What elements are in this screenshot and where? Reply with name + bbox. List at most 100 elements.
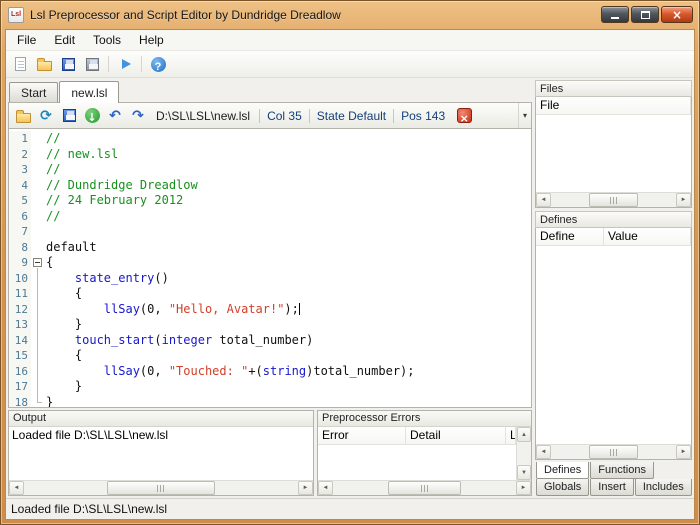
- code-line: 12 llSay(0, "Hello, Avatar!");: [9, 301, 531, 317]
- tab-new-lsl[interactable]: new.lsl: [59, 81, 120, 103]
- menu-file[interactable]: File: [8, 30, 45, 50]
- side-tab-includes[interactable]: Includes: [634, 479, 692, 496]
- scroll-left-arrow-icon[interactable]: [536, 193, 551, 207]
- files-list[interactable]: [536, 115, 691, 192]
- undo-icon: [109, 107, 121, 125]
- help-button[interactable]: [147, 53, 169, 75]
- fetch-script-button[interactable]: [81, 105, 103, 127]
- output-hscrollbar[interactable]: [9, 480, 313, 495]
- run-button[interactable]: [114, 53, 136, 75]
- position-indicator: Pos 143: [401, 108, 446, 123]
- side-panel: Files File Defines DefineValue: [535, 80, 692, 496]
- scroll-thumb[interactable]: [588, 193, 639, 207]
- save-button[interactable]: [57, 53, 79, 75]
- new-file-button[interactable]: [9, 53, 31, 75]
- toolbar-separator-2: [141, 56, 142, 72]
- menu-help[interactable]: Help: [130, 30, 173, 50]
- code-editor[interactable]: 1//2// new.lsl 3//4// Dundridge Dreadlow 5…: [8, 129, 532, 408]
- scroll-thumb[interactable]: [388, 481, 461, 495]
- scroll-thumb[interactable]: [588, 445, 639, 459]
- scroll-thumb[interactable]: [106, 481, 216, 495]
- horizontal-scrollbar: [9, 480, 313, 495]
- files-hscrollbar[interactable]: [536, 192, 691, 207]
- editor-toolbar: D:\SL\LSL\new.lsl Col 35 State Default Pos…: [8, 102, 532, 129]
- maximize-button[interactable]: [631, 6, 659, 23]
- defines-hscrollbar[interactable]: [536, 444, 691, 459]
- open-script-button[interactable]: [12, 105, 34, 127]
- fold-margin: [31, 301, 44, 317]
- code-line: 11 {: [9, 286, 531, 302]
- close-button[interactable]: [661, 6, 693, 23]
- column-header-detail[interactable]: Detail: [406, 427, 506, 444]
- column-header-define[interactable]: Define: [536, 228, 604, 245]
- code-line: 13 }: [9, 317, 531, 333]
- save-script-button[interactable]: [58, 105, 80, 127]
- scroll-grip-icon: [157, 484, 165, 492]
- column-header-file[interactable]: File: [536, 97, 691, 114]
- scroll-left-arrow-icon[interactable]: [536, 445, 551, 459]
- undo-button[interactable]: [104, 105, 126, 127]
- line-number: 13: [9, 317, 31, 333]
- scroll-up-arrow-icon[interactable]: [517, 427, 531, 442]
- code-line: 14 touch_start(integer total_number): [9, 332, 531, 348]
- column-header-li[interactable]: Li: [506, 427, 516, 444]
- fold-margin: [31, 224, 44, 240]
- scroll-left-arrow-icon[interactable]: [9, 481, 24, 495]
- open-file-button[interactable]: [33, 53, 55, 75]
- toolbar-overflow-button[interactable]: [518, 103, 531, 128]
- side-tab-functions[interactable]: Functions: [590, 462, 654, 479]
- scroll-right-arrow-icon[interactable]: [676, 445, 691, 459]
- column-header-error[interactable]: Error: [318, 427, 406, 444]
- scroll-right-arrow-icon[interactable]: [676, 193, 691, 207]
- reload-script-button[interactable]: [35, 105, 57, 127]
- column-indicator: Col 35: [267, 108, 302, 123]
- fold-margin: [31, 379, 44, 395]
- line-number: 7: [9, 224, 31, 240]
- save-all-button[interactable]: [81, 53, 103, 75]
- column-header-value[interactable]: Value: [604, 228, 691, 245]
- errors-list[interactable]: [318, 445, 516, 480]
- side-tab-insert[interactable]: Insert: [590, 479, 634, 496]
- circle-down-icon: [84, 108, 100, 123]
- side-tab-strip: Defines Functions Globals Insert Includes: [535, 460, 692, 496]
- bottom-panels: Output Loaded file D:\SL\LSL\new.lsl Pre…: [8, 410, 532, 496]
- defines-columns: Define Value: [536, 228, 691, 246]
- scroll-left-arrow-icon[interactable]: [318, 481, 333, 495]
- line-number: 2: [9, 146, 31, 162]
- errors-hscrollbar[interactable]: [318, 480, 531, 495]
- output-panel: Output Loaded file D:\SL\LSL\new.lsl: [8, 410, 314, 496]
- menu-tools[interactable]: Tools: [84, 30, 130, 50]
- minimize-button[interactable]: [601, 6, 629, 23]
- errors-vscrollbar[interactable]: [516, 427, 531, 480]
- tab-start[interactable]: Start: [9, 82, 59, 102]
- fold-margin: [31, 363, 44, 379]
- scroll-down-arrow-icon[interactable]: [517, 465, 531, 480]
- output-content[interactable]: Loaded file D:\SL\LSL\new.lsl: [9, 427, 313, 480]
- line-number: 5: [9, 193, 31, 209]
- line-number: 15: [9, 348, 31, 364]
- scroll-grip-icon: [609, 448, 617, 456]
- code-line: 16 llSay(0, "Touched: "+(string)total_nu…: [9, 363, 531, 379]
- redo-button[interactable]: [127, 105, 149, 127]
- scroll-right-arrow-icon[interactable]: [516, 481, 531, 495]
- vertical-scrollbar: [516, 427, 531, 480]
- line-number: 10: [9, 270, 31, 286]
- fold-toggle-icon[interactable]: [33, 258, 42, 267]
- file-path: D:\SL\LSL\new.lsl: [156, 108, 251, 123]
- app-icon-label: Lsl: [10, 11, 22, 18]
- menu-edit[interactable]: Edit: [45, 30, 84, 50]
- redo-icon: [132, 107, 144, 125]
- line-number: 16: [9, 363, 31, 379]
- fold-margin: [31, 270, 44, 286]
- defines-list[interactable]: [536, 246, 691, 444]
- side-tab-globals[interactable]: Globals: [536, 479, 590, 496]
- side-tab-defines[interactable]: Defines: [536, 462, 590, 479]
- title-bar[interactable]: Lsl Lsl Preprocessor and Script Editor b…: [1, 1, 699, 28]
- code-line: 15 {: [9, 348, 531, 364]
- close-file-button[interactable]: [453, 105, 475, 127]
- code-line: 3//: [9, 162, 531, 178]
- minimize-icon: [611, 16, 619, 19]
- status-bar: Loaded file D:\SL\LSL\new.lsl: [6, 498, 694, 519]
- errors-columns: ErrorDetailLi: [318, 427, 516, 445]
- scroll-right-arrow-icon[interactable]: [298, 481, 313, 495]
